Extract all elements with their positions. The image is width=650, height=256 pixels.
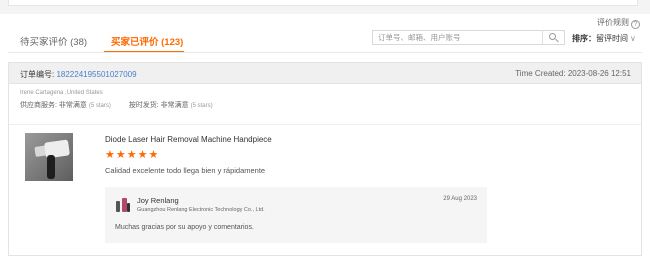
supplier-service-stars: (5 stars) xyxy=(88,103,111,109)
order-time-created: Time Created: 2023-08-26 12:51 xyxy=(515,69,631,78)
review-text: Calidad excelente todo llega bien y rápi… xyxy=(105,166,266,175)
order-number-link[interactable]: 182224195501027009 xyxy=(56,70,136,79)
seller-reply: Joy Renlang Guangzhou Renlang Electronic… xyxy=(105,187,487,243)
product-image[interactable] xyxy=(25,133,73,181)
previous-card-edge xyxy=(8,0,638,6)
product-name[interactable]: Diode Laser Hair Removal Machine Handpie… xyxy=(105,135,272,144)
order-header: 订单编号: 182224195501027009 Time Created: 2… xyxy=(9,63,641,84)
order-number: 订单编号: 182224195501027009 xyxy=(20,69,137,80)
supplier-service-rating: 供应商服务: 非常满意 xyxy=(20,102,87,109)
card-divider xyxy=(9,124,641,125)
review-rules-label: 评价规则 xyxy=(597,18,629,27)
sort-dropdown[interactable]: 排序：留评时间 ∨ xyxy=(572,33,636,44)
reply-text: Muchas gracias por su apoyo y comentario… xyxy=(115,224,254,231)
search-button[interactable] xyxy=(542,31,564,44)
buyer-location: Irene Cartagena ,United States xyxy=(20,90,103,96)
tabs-divider xyxy=(8,52,642,53)
tab-pending-reviews[interactable]: 待买家评价 (38) xyxy=(20,34,87,48)
buyer-ratings: 供应商服务: 非常满意 (5 stars) 按时发货: 非常满意 (5 star… xyxy=(20,100,213,110)
replier-company: Guangzhou Renlang Electronic Technology … xyxy=(137,207,265,213)
order-number-label: 订单编号: xyxy=(20,70,57,79)
star-rating: ★★★★★ xyxy=(105,149,160,161)
search-input[interactable] xyxy=(373,31,543,44)
company-logo-icon xyxy=(115,197,131,213)
sort-label: 排序： xyxy=(572,34,596,43)
reply-date: 29 Aug 2023 xyxy=(443,196,477,202)
on-time-delivery-stars: (5 stars) xyxy=(190,103,213,109)
sort-value: 留评时间 xyxy=(596,34,628,43)
on-time-delivery-rating: 按时发货: 非常满意 xyxy=(128,102,189,109)
chevron-down-icon: ∨ xyxy=(630,34,636,43)
review-card: 订单编号: 182224195501027009 Time Created: 2… xyxy=(8,62,642,256)
tab-buyer-reviewed[interactable]: 买家已评价 (123) xyxy=(111,34,183,48)
help-icon: ? xyxy=(631,20,640,29)
replier-name: Joy Renlang xyxy=(137,196,179,205)
reviews-panel: 评价规则? 待买家评价 (38) 买家已评价 (123) 排序：留评时间∨ 订单… xyxy=(0,14,650,256)
review-rules-link[interactable]: 评价规则? xyxy=(597,17,640,29)
search-box xyxy=(372,30,565,45)
